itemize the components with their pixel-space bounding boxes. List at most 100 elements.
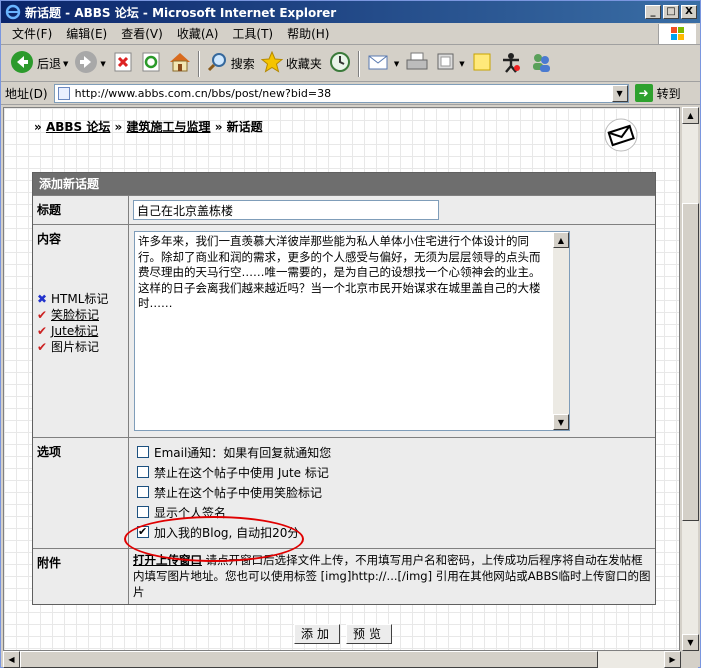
markup-link[interactable]: Jute标记 bbox=[51, 323, 98, 339]
breadcrumb-separator: » bbox=[114, 120, 123, 134]
browser-window: 新话题 - ABBS 论坛 - Microsoft Internet Explo… bbox=[0, 0, 701, 668]
scroll-right-icon[interactable]: ▶ bbox=[664, 651, 681, 668]
menu-tools[interactable]: 工具(T) bbox=[225, 25, 280, 42]
breadcrumb: » ABBS 论坛 » 建筑施工与监理 » 新话题 bbox=[34, 118, 263, 135]
checkbox[interactable] bbox=[137, 446, 149, 458]
check-icon: ✔ bbox=[37, 308, 48, 322]
refresh-button[interactable] bbox=[137, 49, 165, 79]
address-input[interactable]: http://www.abbs.com.cn/bbs/post/new?bid=… bbox=[53, 83, 629, 103]
menu-view[interactable]: 查看(V) bbox=[114, 25, 170, 42]
contacts-button[interactable] bbox=[526, 49, 556, 79]
content-row: 内容 ✖ HTML标记 ✔ 笑脸标记 ✔ Jute标记 ✔ 图片标记 许多年来，… bbox=[33, 224, 655, 437]
scroll-up-icon[interactable]: ▲ bbox=[682, 107, 699, 124]
title-bar: 新话题 - ABBS 论坛 - Microsoft Internet Explo… bbox=[1, 1, 700, 23]
option-disable-jute[interactable]: 禁止在这个帖子中使用 Jute 标记 bbox=[137, 462, 651, 482]
maximize-button[interactable]: □ bbox=[663, 5, 679, 19]
mail-button[interactable]: ▼ bbox=[363, 49, 402, 79]
option-label: 禁止在这个帖子中使用笑脸标记 bbox=[154, 485, 323, 500]
history-button[interactable] bbox=[325, 49, 355, 79]
home-button[interactable] bbox=[165, 49, 195, 79]
option-label: 禁止在这个帖子中使用 Jute 标记 bbox=[154, 465, 329, 480]
submit-button[interactable]: 添加 bbox=[294, 624, 341, 644]
scroll-up-icon[interactable]: ▲ bbox=[553, 232, 569, 248]
markup-item-smiley[interactable]: ✔ 笑脸标记 bbox=[37, 307, 124, 323]
back-arrow-icon bbox=[10, 50, 34, 77]
go-button[interactable]: ➜ 转到 bbox=[634, 84, 681, 102]
content-label: 内容 bbox=[37, 232, 62, 246]
print-button[interactable] bbox=[402, 49, 432, 79]
address-label: 地址(D) bbox=[5, 86, 48, 101]
menu-bar: 文件(F) 编辑(E) 查看(V) 收藏(A) 工具(T) 帮助(H) bbox=[1, 23, 700, 45]
scrollbar-corner bbox=[681, 651, 698, 668]
search-icon bbox=[206, 51, 228, 76]
horizontal-scrollbar[interactable]: ◀ ▶ bbox=[3, 651, 681, 668]
options-row: 选项 Email通知：如果有回复就通知您 禁止在这个帖子中使用 Jute 标记 … bbox=[33, 437, 655, 548]
preview-button[interactable]: 预览 bbox=[346, 624, 393, 644]
search-label: 搜索 bbox=[230, 57, 255, 71]
minimize-button[interactable]: _ bbox=[645, 5, 661, 19]
highlight-annotation bbox=[124, 516, 304, 562]
option-disable-smiley[interactable]: 禁止在这个帖子中使用笑脸标记 bbox=[137, 482, 651, 502]
breadcrumb-separator: » bbox=[34, 120, 42, 134]
star-icon bbox=[260, 50, 284, 76]
windows-logo-icon bbox=[658, 24, 696, 44]
option-email-notify[interactable]: Email通知：如果有回复就通知您 bbox=[137, 442, 651, 462]
chevron-down-icon[interactable]: ▼ bbox=[611, 84, 628, 102]
markup-label: HTML标记 bbox=[51, 292, 109, 306]
note-icon bbox=[471, 51, 493, 76]
window-title: 新话题 - ABBS 论坛 - Microsoft Internet Explo… bbox=[25, 5, 337, 20]
checkbox[interactable] bbox=[137, 506, 149, 518]
discuss-button[interactable] bbox=[468, 49, 496, 79]
contacts-icon bbox=[529, 50, 553, 77]
address-url: http://www.abbs.com.cn/bbs/post/new?bid=… bbox=[74, 86, 332, 100]
chevron-down-icon[interactable]: ▼ bbox=[100, 60, 105, 68]
stop-icon bbox=[112, 51, 134, 76]
breadcrumb-separator: » bbox=[214, 120, 223, 134]
options-label: 选项 bbox=[33, 438, 129, 548]
checkbox[interactable] bbox=[137, 486, 149, 498]
toolbar-separator bbox=[357, 50, 360, 77]
vertical-scrollbar[interactable]: ▲ ▼ bbox=[681, 107, 699, 651]
messenger-button[interactable] bbox=[496, 49, 526, 79]
scroll-down-icon[interactable]: ▼ bbox=[682, 634, 699, 651]
edit-page-icon bbox=[435, 51, 457, 76]
chevron-down-icon[interactable]: ▼ bbox=[459, 60, 464, 68]
check-icon: ✔ bbox=[37, 340, 48, 354]
menu-file[interactable]: 文件(F) bbox=[5, 25, 59, 42]
breadcrumb-board-link[interactable]: 建筑施工与监理 bbox=[127, 120, 211, 134]
markup-label: 图片标记 bbox=[51, 340, 100, 354]
title-input[interactable] bbox=[133, 200, 439, 220]
chevron-down-icon[interactable]: ▼ bbox=[63, 60, 68, 68]
checkbox[interactable] bbox=[137, 466, 149, 478]
markup-link[interactable]: 笑脸标记 bbox=[51, 307, 99, 323]
menu-help[interactable]: 帮助(H) bbox=[280, 25, 336, 42]
mail-icon bbox=[366, 51, 392, 76]
cross-icon: ✖ bbox=[37, 292, 48, 306]
messenger-icon bbox=[499, 50, 523, 77]
favorites-button[interactable]: 收藏夹 bbox=[258, 49, 325, 79]
address-bar: 地址(D) http://www.abbs.com.cn/bbs/post/ne… bbox=[1, 82, 700, 105]
markup-list: ✖ HTML标记 ✔ 笑脸标记 ✔ Jute标记 ✔ 图片标记 bbox=[37, 247, 124, 355]
menu-edit[interactable]: 编辑(E) bbox=[59, 25, 114, 42]
breadcrumb-forum-link[interactable]: ABBS 论坛 bbox=[46, 120, 110, 134]
close-button[interactable]: X bbox=[681, 5, 697, 19]
scroll-thumb[interactable] bbox=[682, 203, 699, 521]
scroll-down-icon[interactable]: ▼ bbox=[553, 414, 569, 430]
scroll-thumb[interactable] bbox=[20, 651, 598, 668]
markup-item-jute[interactable]: ✔ Jute标记 bbox=[37, 323, 124, 339]
content-textarea[interactable]: 许多年来，我们一直羡慕大洋彼岸那些能为私人单体小住宅进行个体设计的同行。除却了商… bbox=[134, 231, 570, 431]
back-button[interactable]: 后退 ▼ bbox=[7, 49, 71, 79]
search-button[interactable]: 搜索 bbox=[203, 49, 258, 79]
textarea-scrollbar[interactable]: ▲ ▼ bbox=[553, 232, 569, 430]
menu-favorites[interactable]: 收藏(A) bbox=[170, 25, 226, 42]
envelope-icon[interactable] bbox=[604, 118, 638, 152]
go-label: 转到 bbox=[656, 86, 681, 101]
attachment-row: 附件 打开上传窗口 请点开窗口后选择文件上传，不用填写用户名和密码，上传成功后程… bbox=[33, 548, 655, 604]
history-icon bbox=[328, 51, 352, 76]
chevron-down-icon[interactable]: ▼ bbox=[394, 60, 399, 68]
stop-button[interactable] bbox=[109, 49, 137, 79]
scroll-left-icon[interactable]: ◀ bbox=[3, 651, 20, 668]
refresh-icon bbox=[140, 51, 162, 76]
forward-button[interactable]: ▼ bbox=[71, 49, 108, 79]
edit-button[interactable]: ▼ bbox=[432, 49, 467, 79]
